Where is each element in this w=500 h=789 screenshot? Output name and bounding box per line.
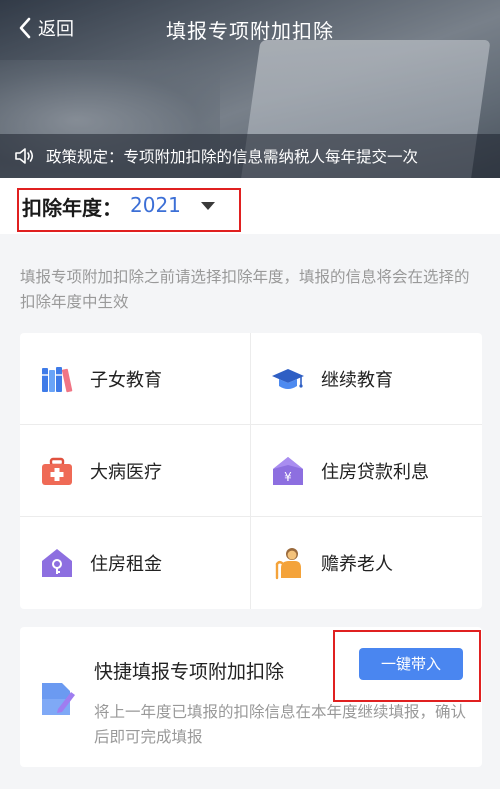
edit-document-icon (42, 683, 75, 715)
category-label: 赡养老人 (321, 554, 393, 575)
year-label: 扣除年度： (22, 196, 122, 220)
category-housing-loan-interest[interactable]: ¥ 住房贷款利息 (251, 425, 482, 517)
category-elderly-support[interactable]: 赡养老人 (251, 517, 482, 609)
books-icon (42, 366, 73, 392)
category-serious-illness-medical[interactable]: 大病医疗 (20, 425, 251, 517)
policy-notice-bar: 政策规定：专项附加扣除的信息需纳税人每年提交一次 (0, 134, 500, 178)
top-navigation-bar: 返回 填报专项附加扣除 (0, 0, 500, 56)
category-label: 继续教育 (321, 369, 393, 391)
category-housing-rent[interactable]: 住房租金 (20, 517, 251, 609)
year-hint-text: 填报专项附加扣除之前请选择扣除年度，填报的信息将会在选择的扣除年度中生效 (20, 268, 470, 311)
category-label: 住房租金 (90, 554, 162, 575)
graduation-cap-icon (272, 368, 304, 389)
year-selector-bar: 扣除年度： 2021 (0, 178, 500, 234)
category-continuing-education[interactable]: 继续教育 (251, 333, 482, 425)
elderly-person-icon (275, 548, 301, 580)
category-label: 住房贷款利息 (321, 461, 429, 483)
page-title: 填报专项附加扣除 (166, 19, 334, 43)
quick-fill-description: 将上一年度已填报的扣除信息在本年度继续填报，确认后即可完成填报 (94, 703, 467, 746)
category-children-education[interactable]: 子女教育 (20, 333, 251, 425)
category-label: 子女教育 (90, 369, 162, 391)
house-rent-icon (42, 549, 72, 577)
medical-kit-icon (42, 457, 72, 485)
policy-notice-text: 政策规定：专项附加扣除的信息需纳税人每年提交一次 (46, 148, 419, 166)
quick-fill-title: 快捷填报专项附加扣除 (94, 661, 285, 683)
svg-text:¥: ¥ (284, 470, 292, 484)
deduction-category-grid: 子女教育 继续教育 大病医疗 ¥ 住房贷款利息 住房租金 赡养老人 (20, 333, 482, 609)
quick-fill-card: 快捷填报专项附加扣除 将上一年度已填报的扣除信息在本年度继续填报，确认后即可完成… (20, 627, 482, 767)
speaker-icon (15, 148, 34, 164)
year-value-dropdown[interactable]: 2021 (130, 193, 181, 217)
house-loan-icon: ¥ (273, 456, 303, 485)
category-label: 大病医疗 (90, 461, 162, 483)
one-click-import-button[interactable]: 一键带入 (359, 648, 463, 680)
caret-down-icon[interactable] (201, 202, 215, 210)
